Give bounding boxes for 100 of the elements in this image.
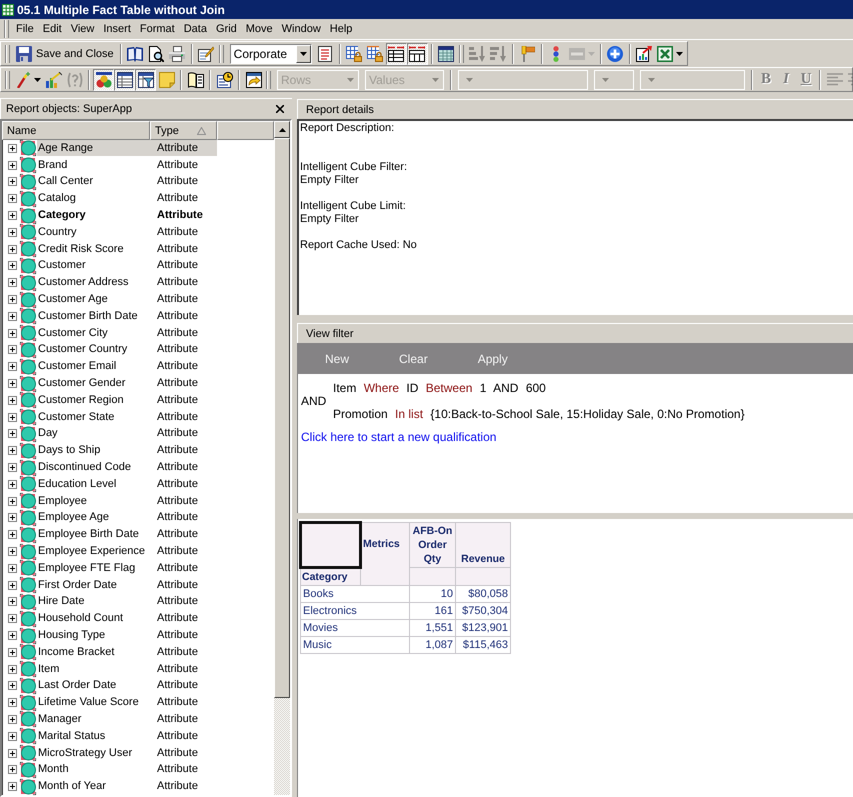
grip-handle[interactable] — [4, 20, 9, 38]
expand-icon[interactable] — [8, 446, 17, 456]
object-list-item[interactable]: MicroStrategy User Attribute — [37, 745, 217, 762]
expand-icon[interactable] — [8, 564, 17, 573]
object-list-item[interactable]: Last Order Date Attribute — [37, 678, 217, 694]
object-list-item[interactable]: First Order Date Attribute — [37, 577, 217, 594]
object-list-item[interactable]: Customer Address Attribute — [37, 274, 217, 291]
object-list-item[interactable]: Customer Birth Date Attribute — [37, 308, 217, 324]
grip-handle[interactable] — [266, 70, 271, 88]
toolbar-button[interactable] — [93, 68, 114, 90]
grid-corner-cell[interactable] — [300, 522, 360, 568]
object-list-item[interactable]: Item Attribute — [37, 661, 217, 678]
object-list-item[interactable]: Discontinued Code Attribute — [37, 460, 217, 476]
expand-icon[interactable] — [8, 547, 17, 556]
menu-item[interactable]: File — [12, 20, 38, 38]
object-list-item[interactable]: Customer Attribute — [37, 258, 217, 274]
object-list-item[interactable]: Country Attribute — [37, 224, 217, 240]
toolbar-button[interactable] — [135, 68, 156, 90]
expand-icon[interactable] — [8, 228, 17, 237]
object-list-item[interactable]: Customer Region Attribute — [37, 392, 217, 408]
expand-icon[interactable] — [8, 765, 17, 774]
toolbar-button[interactable] — [406, 42, 428, 64]
object-list-item[interactable]: Customer City Attribute — [37, 325, 217, 342]
expand-icon[interactable] — [8, 328, 17, 338]
close-button[interactable] — [274, 103, 286, 115]
object-list-item[interactable]: Employee Birth Date Attribute — [37, 526, 217, 543]
menu-item[interactable]: Help — [326, 20, 356, 38]
expand-icon[interactable] — [8, 177, 17, 186]
menu-item[interactable]: Edit — [38, 20, 66, 38]
object-list-item[interactable]: Age Range Attribute — [37, 140, 217, 156]
menu-item[interactable]: View — [66, 20, 98, 38]
column-header[interactable]: Name — [2, 121, 150, 140]
object-list-item[interactable]: Education Level Attribute — [37, 476, 217, 492]
object-list-item[interactable]: Hire Date Attribute — [37, 594, 217, 610]
expand-icon[interactable] — [8, 496, 17, 506]
expand-icon[interactable] — [8, 732, 17, 741]
object-list-item[interactable]: Month of Year Attribute — [37, 778, 217, 795]
expand-icon[interactable] — [8, 530, 17, 540]
expand-icon[interactable] — [8, 698, 17, 708]
dropdown[interactable]: Corporate — [230, 44, 312, 64]
expand-icon[interactable] — [8, 244, 17, 254]
object-list-item[interactable]: Category Attribute — [37, 208, 217, 224]
expand-icon[interactable] — [8, 211, 17, 220]
expand-icon[interactable] — [8, 345, 17, 354]
new-qualification-link[interactable]: Click here to start a new qualification — [301, 430, 496, 444]
expand-icon[interactable] — [8, 379, 17, 388]
expand-icon[interactable] — [8, 513, 17, 522]
grip-handle[interactable] — [218, 44, 224, 62]
menu-item[interactable]: Move — [242, 20, 277, 38]
expand-icon[interactable] — [8, 664, 17, 674]
object-list-item[interactable]: Customer Email Attribute — [37, 358, 217, 375]
object-list-item[interactable]: Customer State Attribute — [37, 409, 217, 426]
expand-icon[interactable] — [8, 614, 17, 624]
menu-item[interactable]: Insert — [99, 20, 135, 38]
expand-icon[interactable] — [8, 782, 17, 792]
object-list-item[interactable]: Employee FTE Flag Attribute — [37, 560, 217, 576]
filter-condition[interactable]: Promotion In list {10:Back-to-School Sale, 15:Holiday Sale, 0:No Promotion} — [333, 406, 749, 422]
expand-icon[interactable] — [8, 412, 17, 422]
object-list-item[interactable]: Catalog Attribute — [37, 190, 217, 207]
object-list-item[interactable]: Marital Status Attribute — [37, 728, 217, 744]
grip-handle[interactable] — [5, 44, 10, 62]
object-list-item[interactable]: Call Center Attribute — [37, 174, 217, 190]
object-list-item[interactable]: Employee Experience Attribute — [37, 544, 217, 560]
object-list-item[interactable]: Customer Country Attribute — [37, 342, 217, 358]
object-list-item[interactable]: Lifetime Value Score Attribute — [37, 694, 217, 711]
object-list-item[interactable]: Day Attribute — [37, 426, 217, 442]
toolbar-button[interactable] — [386, 42, 407, 64]
expand-icon[interactable] — [8, 295, 17, 304]
expand-icon[interactable] — [8, 160, 17, 170]
scroll-up-button[interactable] — [274, 121, 290, 138]
column-header[interactable]: Type — [150, 121, 217, 140]
object-list-item[interactable]: Month Attribute — [37, 762, 217, 778]
expand-icon[interactable] — [8, 278, 17, 288]
filter-condition[interactable]: Item Where ID Between 1 AND 600 — [333, 380, 749, 396]
expand-icon[interactable] — [8, 312, 17, 321]
expand-icon[interactable] — [8, 429, 17, 438]
object-list-item[interactable]: Manager Attribute — [37, 711, 217, 728]
object-list-item[interactable]: Days to Ship Attribute — [37, 442, 217, 459]
object-list-item[interactable]: Brand Attribute — [37, 157, 217, 174]
expand-icon[interactable] — [8, 681, 17, 690]
menu-item[interactable]: Format — [136, 20, 179, 38]
menu-item[interactable]: Grid — [212, 20, 241, 38]
object-list-item[interactable]: Employee Age Attribute — [37, 510, 217, 526]
object-list-item[interactable]: Household Count Attribute — [37, 610, 217, 627]
object-list-item[interactable]: Credit Risk Score Attribute — [37, 241, 217, 258]
toolbar-button[interactable] — [114, 68, 135, 90]
save-button[interactable]: Save and Close — [13, 42, 117, 64]
grip-handle[interactable] — [458, 44, 464, 62]
expand-icon[interactable] — [8, 648, 17, 657]
expand-icon[interactable] — [8, 396, 17, 405]
expand-icon[interactable] — [8, 480, 17, 489]
expand-icon[interactable] — [8, 714, 17, 724]
object-list-item[interactable]: Income Bracket Attribute — [37, 644, 217, 660]
object-list-item[interactable]: Employee Attribute — [37, 493, 217, 510]
object-list-item[interactable]: Housing Type Attribute — [37, 628, 217, 644]
expand-icon[interactable] — [8, 631, 17, 640]
expand-icon[interactable] — [8, 194, 17, 204]
expand-icon[interactable] — [8, 580, 17, 590]
expand-icon[interactable] — [8, 362, 17, 372]
object-list-item[interactable]: Customer Age Attribute — [37, 292, 217, 308]
